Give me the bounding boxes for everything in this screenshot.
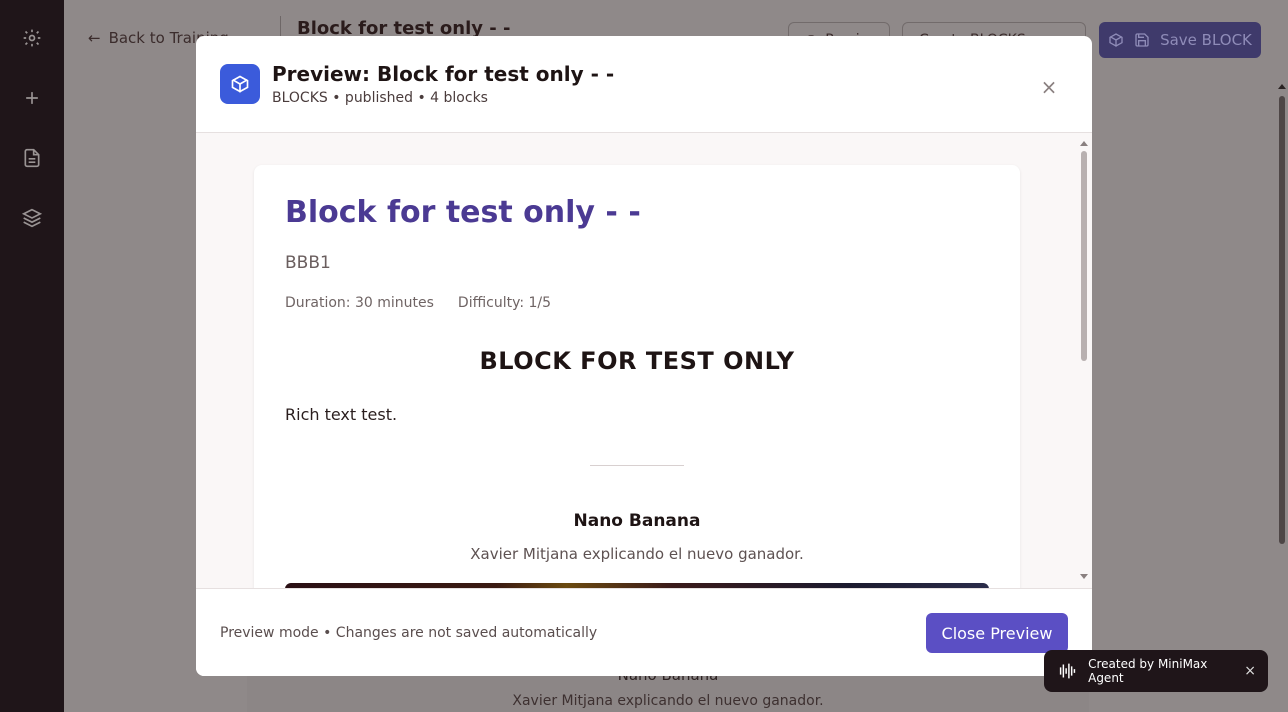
layers-icon [22,208,42,228]
layers-button[interactable] [12,198,52,238]
settings-button[interactable] [12,18,52,58]
add-button[interactable] [12,78,52,118]
save-icon [1135,33,1149,47]
save-block-label: Save BLOCK [1160,31,1252,49]
close-icon[interactable]: × [1038,75,1060,99]
item-subtitle: Xavier Mitjana explicando el nuevo ganad… [470,545,804,563]
divider [590,465,684,466]
scroll-down-arrow[interactable] [1080,574,1088,579]
documents-button[interactable] [12,138,52,178]
plus-icon [26,92,38,104]
block-heading: BLOCK FOR TEST ONLY [479,347,795,375]
modal-scrollbar[interactable] [1076,133,1092,588]
scroll-up-arrow[interactable] [1080,141,1088,146]
arrow-left-icon: ← [88,29,101,47]
footer-note: Preview mode • Changes are not saved aut… [220,625,598,641]
save-block-button[interactable]: Save BLOCK [1099,22,1261,58]
block-subtitle: BBB1 [285,253,331,273]
cube-icon [231,75,249,93]
close-preview-button[interactable]: Close Preview [926,613,1068,653]
modal-meta: BLOCKS • published • 4 blocks [272,90,488,106]
modal-header: Preview: Block for test only - - BLOCKS … [196,36,1092,133]
page-scrollbar[interactable] [1276,80,1288,712]
block-title: Block for test only - - [285,195,641,230]
document-icon [24,148,40,168]
waveform-icon [1059,663,1076,679]
modal-icon-badge [220,64,260,104]
toast-text: Created by MiniMax Agent [1088,657,1208,685]
preview-card: Block for test only - - BBB1 Duration: 3… [254,165,1020,588]
close-icon[interactable]: × [1244,663,1256,679]
item-title: Nano Banana [573,511,701,531]
modal-title: Preview: Block for test only - - [272,62,615,86]
difficulty-text: Difficulty: 1/5 [457,295,552,311]
block-meta: Duration: 30 minutes Difficulty: 1/5 [285,295,551,311]
modal-footer: Preview mode • Changes are not saved aut… [196,588,1092,676]
gear-icon [23,29,41,47]
scrollbar-thumb[interactable] [1279,96,1285,544]
scrollbar-thumb[interactable] [1081,151,1087,361]
modal-body[interactable]: Block for test only - - BBB1 Duration: 3… [196,133,1092,588]
left-rail [0,0,64,712]
cube-icon [1109,33,1123,47]
background-item-subtitle: Xavier Mitjana explicando el nuevo ganad… [512,693,824,709]
minimax-toast: Created by MiniMax Agent × [1044,650,1268,692]
duration-text: Duration: 30 minutes [285,295,434,311]
preview-modal: Preview: Block for test only - - BLOCKS … [196,36,1092,676]
rich-text-block: Rich text test. [285,405,398,424]
scroll-up-arrow[interactable] [1278,84,1286,89]
